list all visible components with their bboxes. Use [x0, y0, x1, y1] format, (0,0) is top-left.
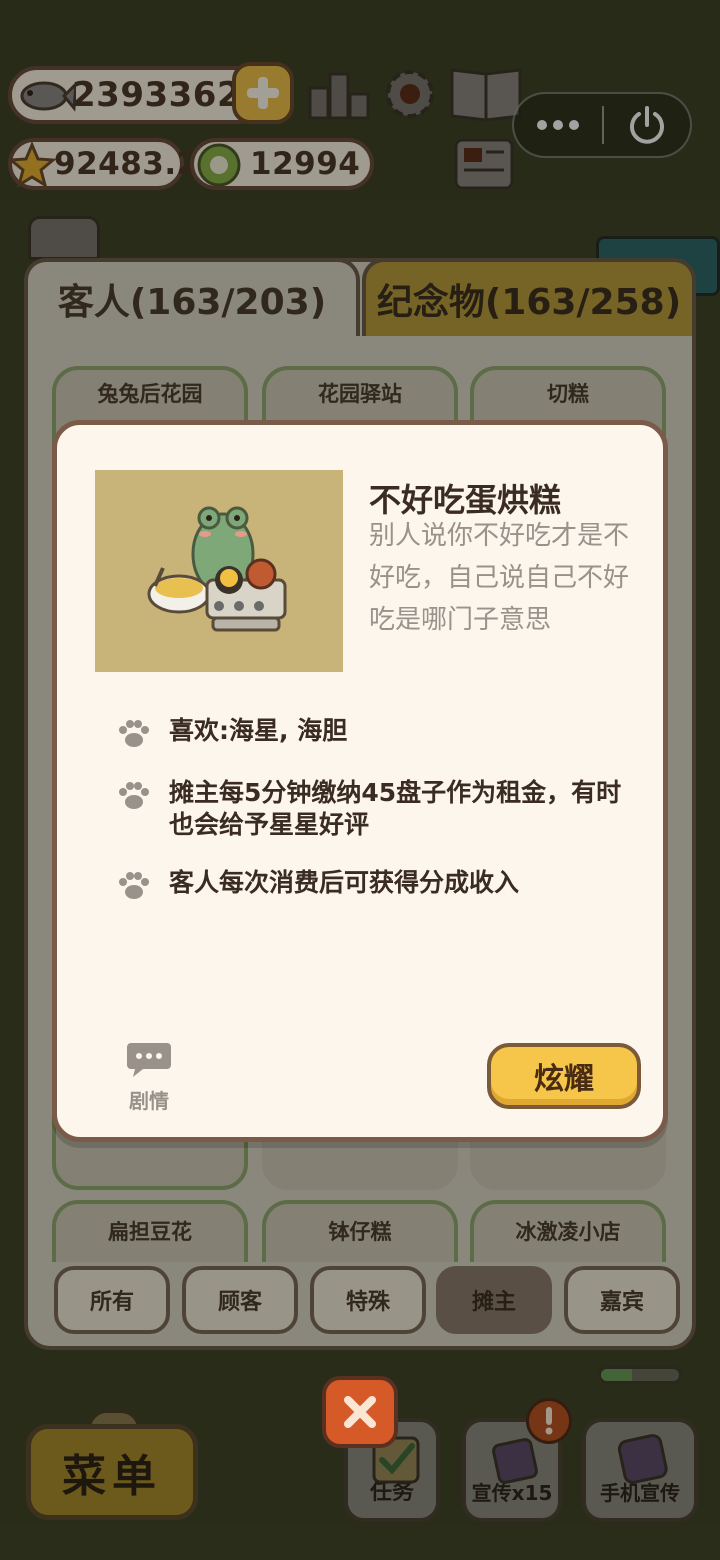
income-text: 客人每次消费后可获得分成收入 [169, 868, 520, 897]
show-off-button[interactable]: 炫耀 [487, 1043, 641, 1109]
guest-description: 别人说你不好吃才是不好吃，自己说自己不好吃是哪门子意思 [369, 521, 630, 635]
likes-text: 喜欢:海星, 海胆 [169, 716, 348, 745]
speech-bubble-icon [127, 1043, 171, 1077]
paw-icon [119, 872, 149, 899]
story-label: 剧情 [129, 1089, 169, 1113]
rent-text: 摊主每5分钟缴纳45盘子作为租金，有时也会给予星星好评 [169, 778, 622, 839]
paw-icon [119, 782, 149, 809]
paw-icon [119, 720, 149, 747]
guest-detail-modal: 不好吃蛋烘糕 别人说你不好吃才是不好吃，自己说自己不好吃是哪门子意思 喜欢:海星… [52, 420, 668, 1142]
close-icon [344, 1396, 376, 1428]
info-bullet: 喜欢:海星, 海胆 [117, 715, 639, 751]
info-bullet: 摊主每5分钟缴纳45盘子作为租金，有时也会给予星星好评 [117, 777, 639, 841]
info-bullet: 客人每次消费后可获得分成收入 [117, 867, 639, 903]
guest-portrait [95, 470, 343, 672]
story-button[interactable]: 剧情 [119, 1041, 179, 1114]
close-modal-button[interactable] [322, 1376, 398, 1448]
frog-chef-illustration [147, 506, 287, 632]
